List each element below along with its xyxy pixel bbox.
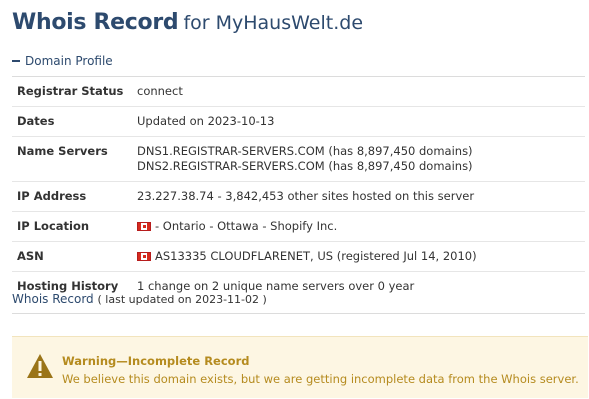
- page-title-domain: for MyHausWelt.de: [183, 12, 364, 34]
- row-label: IP Location: [17, 219, 90, 233]
- table-row: IP Address 23.227.38.74 - 3,842,453 othe…: [12, 181, 585, 212]
- row-label: Name Servers: [17, 144, 108, 158]
- row-value: Updated on 2023-10-13: [137, 114, 275, 128]
- row-label: Registrar Status: [17, 84, 124, 98]
- table-row: ASN AS13335 CLOUDFLARENET, US (registere…: [12, 241, 585, 272]
- row-label: IP Address: [17, 189, 87, 203]
- table-row: Dates Updated on 2023-10-13: [12, 106, 585, 137]
- divider: [12, 313, 585, 314]
- domain-profile-label: Domain Profile: [25, 54, 113, 68]
- ip-location-value: - Ontario - Ottawa - Shopify Inc.: [155, 219, 338, 233]
- warning-box: Warning—Incomplete Record We believe thi…: [12, 336, 588, 398]
- whois-record-line: Whois Record ( last updated on 2023-11-0…: [12, 292, 267, 306]
- whois-record-link[interactable]: Whois Record: [12, 292, 94, 306]
- warning-title: Warning—Incomplete Record: [62, 354, 250, 368]
- name-server-1[interactable]: DNS1.REGISTRAR-SERVERS.COM (has 8,897,45…: [137, 144, 585, 159]
- warning-text: We believe this domain exists, but we ar…: [62, 372, 579, 386]
- page-title: Whois Record for MyHausWelt.de: [12, 10, 363, 35]
- row-label: Dates: [17, 114, 55, 128]
- table-row: Registrar Status connect: [12, 76, 585, 107]
- name-server-2[interactable]: DNS2.REGISTRAR-SERVERS.COM (has 8,897,45…: [137, 159, 585, 174]
- ip-address-value[interactable]: 23.227.38.74 - 3,842,453 other sites hos…: [137, 182, 585, 211]
- collapse-minus-icon: [12, 59, 20, 62]
- table-row: Name Servers DNS1.REGISTRAR-SERVERS.COM …: [12, 136, 585, 182]
- domain-profile-table: Registrar Status connect Dates Updated o…: [12, 76, 585, 301]
- page-title-main: Whois Record: [12, 10, 179, 35]
- whois-last-updated: ( last updated on 2023-11-02 ): [97, 293, 267, 306]
- table-row: IP Location - Ontario - Ottawa - Shopify…: [12, 211, 585, 242]
- row-label: ASN: [17, 249, 44, 263]
- canada-flag-icon: [137, 252, 151, 261]
- canada-flag-icon: [137, 222, 151, 231]
- warning-triangle-icon: [27, 354, 53, 378]
- row-value: connect: [137, 84, 183, 98]
- domain-profile-toggle[interactable]: Domain Profile: [12, 54, 113, 68]
- asn-value: AS13335 CLOUDFLARENET, US (registered Ju…: [155, 249, 477, 263]
